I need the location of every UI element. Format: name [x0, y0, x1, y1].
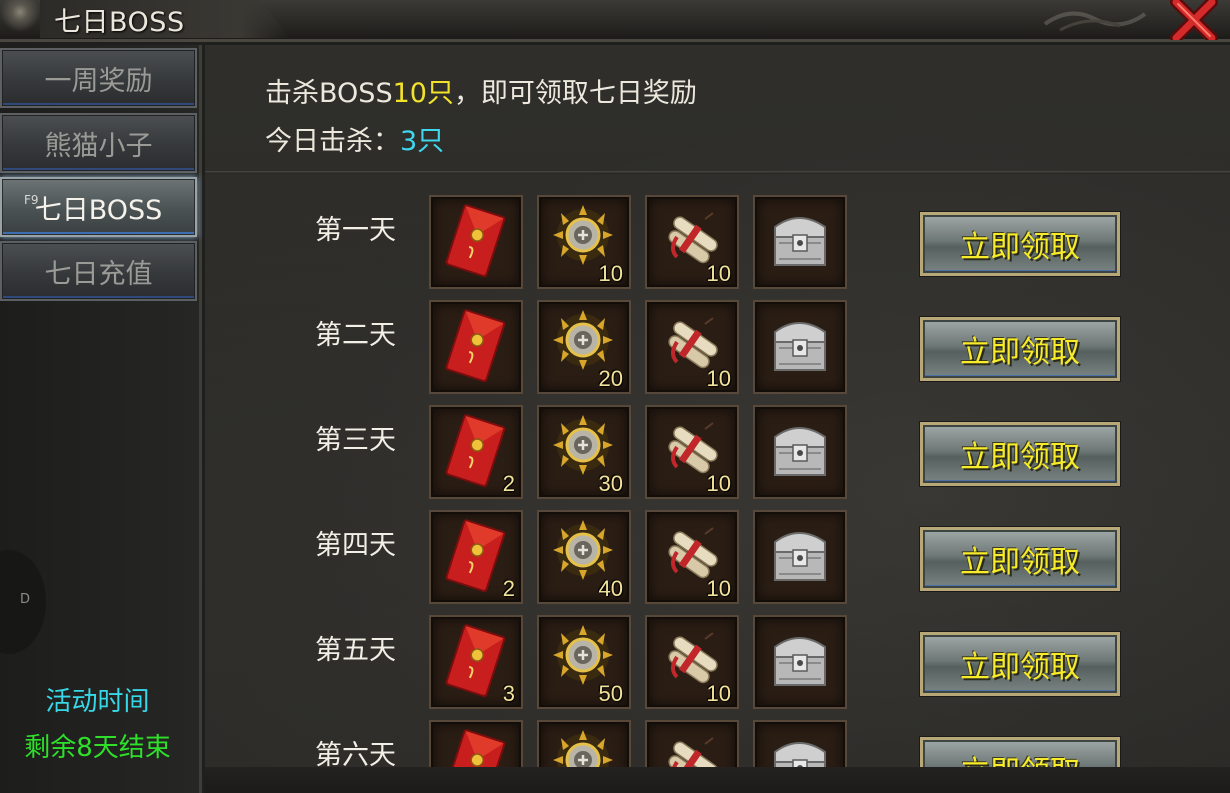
day-label: 第五天 — [315, 635, 396, 666]
today-prefix: 今日击杀： — [265, 126, 400, 157]
tab-panda-kid[interactable]: 熊猫小子 — [0, 113, 197, 173]
main-panel: 击杀BOSS10只，即可领取七日奖励 今日击杀：3只 第一天 10 10 立即领取 第二… — [205, 45, 1230, 793]
reward-item-slot[interactable]: 3 — [429, 615, 523, 709]
bottom-strip — [205, 767, 1230, 793]
reward-item-slot[interactable] — [429, 300, 523, 394]
claim-button[interactable]: 立即领取 — [920, 317, 1120, 381]
reward-item-slot[interactable]: 40 — [537, 510, 631, 604]
day-label: 第三天 — [315, 425, 396, 456]
reward-item-slot[interactable] — [753, 195, 847, 289]
swirl-ornament-icon — [1043, 11, 1147, 32]
kill-required-count: 10只 — [392, 78, 454, 109]
reward-item-slot[interactable]: 10 — [645, 615, 739, 709]
reward-item-slot[interactable] — [753, 300, 847, 394]
reward-row: 第二天 20 10 立即领取 — [205, 280, 1230, 394]
tab-label: 熊猫小子 — [44, 130, 153, 162]
kill-suffix: ，即可领取七日奖励 — [453, 78, 697, 109]
tab-seven-day-recharge[interactable]: 七日充值 — [0, 241, 197, 301]
tab-weekly-reward[interactable]: 一周奖励 — [0, 48, 197, 108]
reward-item-slot[interactable]: 10 — [645, 300, 739, 394]
reward-row: 第四天 2 40 10 立即领取 — [205, 490, 1230, 604]
today-kill-count: 3只 — [400, 126, 445, 157]
reward-item-slot[interactable] — [429, 195, 523, 289]
sidebar: 一周奖励 熊猫小子 1 F9 七日BOSS 七日充值 D 活动时间 剩余8天结束 — [0, 45, 202, 793]
tab-label: 七日充值 — [44, 258, 153, 290]
reward-item-slot[interactable] — [429, 720, 523, 767]
reward-item-slot[interactable]: 2 — [429, 405, 523, 499]
kill-requirement-text: 击杀BOSS10只，即可领取七日奖励 — [265, 71, 697, 110]
kill-prefix: 击杀BOSS — [265, 78, 393, 109]
claim-button[interactable]: 立即领取 — [920, 632, 1120, 696]
reward-row: 第三天 2 30 10 立即领取 — [205, 385, 1230, 499]
divider — [205, 171, 1230, 174]
remaining-time-text: 剩余8天结束 — [24, 733, 171, 763]
close-button[interactable] — [1168, 0, 1220, 44]
reward-item-slot[interactable]: 20 — [537, 300, 631, 394]
tab-label: 一周奖励 — [44, 65, 153, 97]
reward-item-slot[interactable]: 10 — [645, 510, 739, 604]
reward-item-slot[interactable]: 50 — [537, 615, 631, 709]
reward-item-slot[interactable] — [753, 720, 847, 767]
day-label: 第六天 — [315, 740, 396, 767]
reward-item-slot[interactable]: 30 — [537, 405, 631, 499]
hotkey-label: F9 — [24, 193, 39, 207]
reward-row: 第一天 10 10 立即领取 — [205, 175, 1230, 289]
day-label: 第一天 — [315, 215, 396, 246]
reward-item-slot[interactable] — [645, 720, 739, 767]
reward-item-slot[interactable]: 10 — [537, 195, 631, 289]
activity-time-label: 活动时间 — [45, 687, 150, 717]
reward-item-slot[interactable]: 10 — [645, 405, 739, 499]
tab-label: 七日BOSS — [34, 194, 163, 226]
reward-row: 第五天 3 50 10 立即领取 — [205, 595, 1230, 709]
claim-button[interactable]: 立即领取 — [920, 737, 1120, 767]
side-circle-label: D — [20, 592, 31, 607]
reward-row: 第六天 立即领取 — [205, 700, 1230, 767]
day-label: 第四天 — [315, 530, 396, 561]
claim-button[interactable]: 立即领取 — [920, 527, 1120, 591]
today-kills-text: 今日击杀：3只 — [265, 119, 444, 158]
reward-item-slot[interactable] — [753, 510, 847, 604]
reward-item-slot[interactable]: 2 — [429, 510, 523, 604]
day-label: 第二天 — [315, 320, 396, 351]
reward-item-slot[interactable] — [753, 615, 847, 709]
close-icon — [1170, 0, 1218, 44]
claim-button[interactable]: 立即领取 — [920, 212, 1120, 276]
claim-button[interactable]: 立即领取 — [920, 422, 1120, 486]
reward-list[interactable]: 第一天 10 10 立即领取 第二天 20 10 立即领取 第三天 2 30 10 立即领取 第四天 2 40… — [205, 175, 1230, 767]
window-title: 七日BOSS — [54, 7, 185, 38]
reward-item-slot[interactable]: 10 — [645, 195, 739, 289]
title-bar: 七日BOSS — [0, 0, 1230, 44]
dragon-ornament-icon — [0, 0, 50, 40]
reward-item-slot[interactable] — [753, 405, 847, 499]
reward-item-slot[interactable] — [537, 720, 631, 767]
tab-seven-day-boss[interactable]: F9 七日BOSS — [0, 177, 197, 237]
